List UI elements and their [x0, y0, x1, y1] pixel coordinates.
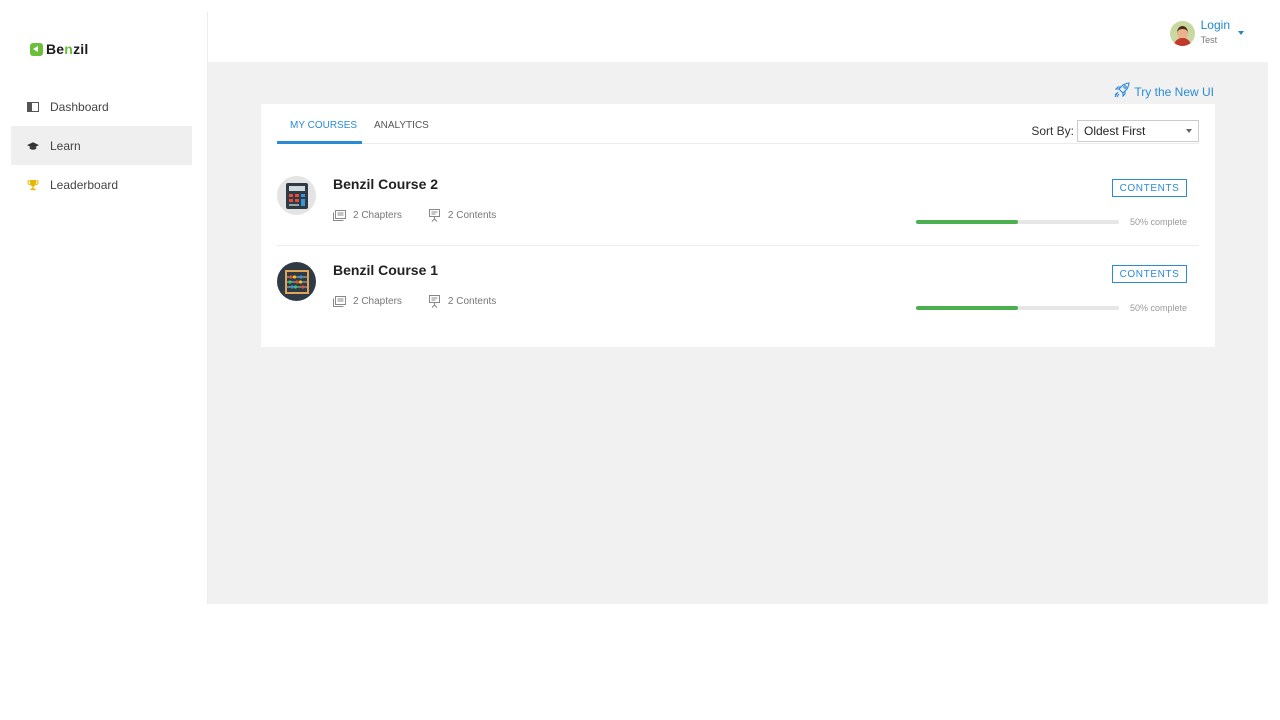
course-thumbnail[interactable]	[277, 176, 316, 215]
logo-text: Benzil	[46, 41, 89, 57]
sidebar: Benzil Dashboard Learn Leaderboard	[0, 12, 208, 604]
sort-selected-value: Oldest First	[1084, 124, 1146, 138]
chapters-icon	[333, 210, 346, 221]
presentation-board-icon	[428, 295, 440, 308]
user-subtitle: Test	[1200, 35, 1218, 45]
course-thumbnail[interactable]	[277, 262, 316, 301]
contents-count: 2 Contents	[428, 295, 496, 308]
contents-count: 2 Contents	[428, 209, 496, 222]
course-meta: 2 Chapters 2 Contents	[333, 295, 522, 308]
rocket-icon	[1114, 82, 1130, 101]
top-header: Login Test	[209, 12, 1268, 62]
progress-text: 50% complete	[1129, 217, 1187, 227]
contents-button[interactable]: CONTENTS	[1112, 179, 1187, 197]
graduation-cap-icon	[27, 140, 39, 152]
trophy-icon	[27, 179, 39, 191]
user-menu[interactable]: Login Test	[1169, 18, 1244, 48]
presentation-board-icon	[428, 209, 440, 222]
chevron-down-icon	[1186, 129, 1192, 133]
course-item: Benzil Course 1 2 Chapters 2 Contents CO…	[277, 244, 1199, 330]
chevron-down-icon[interactable]	[1238, 31, 1244, 35]
tab-analytics[interactable]: ANALYTICS	[374, 120, 429, 131]
dashboard-icon	[27, 101, 39, 113]
sidebar-item-label: Learn	[50, 138, 81, 153]
abacus-icon	[284, 269, 309, 294]
courses-card: MY COURSES ANALYTICS Sort By: Oldest Fir…	[261, 104, 1215, 347]
calculator-icon	[285, 182, 308, 209]
logo-mark-icon	[30, 42, 43, 56]
sort-label: Sort By:	[1031, 124, 1074, 138]
user-name[interactable]: Login	[1201, 18, 1230, 32]
try-new-ui-label: Try the New UI	[1134, 84, 1214, 99]
brand-logo[interactable]: Benzil	[30, 41, 88, 57]
progress-text: 50% complete	[1129, 303, 1187, 313]
tab-my-courses[interactable]: MY COURSES	[290, 120, 357, 131]
sidebar-nav: Dashboard Learn Leaderboard	[11, 87, 192, 204]
chapters-icon	[333, 296, 346, 307]
course-item: Benzil Course 2 2 Chapters 2 Contents CO…	[277, 158, 1199, 244]
progress-bar	[916, 220, 1119, 224]
sidebar-item-label: Leaderboard	[50, 177, 119, 192]
course-tabs: MY COURSES ANALYTICS Sort By: Oldest Fir…	[277, 104, 1199, 144]
sidebar-item-label: Dashboard	[50, 99, 109, 114]
user-info: Login Test	[1201, 18, 1230, 48]
sidebar-item-leaderboard[interactable]: Leaderboard	[11, 165, 192, 204]
sidebar-item-learn[interactable]: Learn	[11, 126, 192, 165]
sidebar-item-dashboard[interactable]: Dashboard	[11, 87, 192, 126]
progress-bar	[916, 306, 1119, 310]
app: Benzil Dashboard Learn Leaderboard Login…	[0, 0, 1280, 720]
contents-button[interactable]: CONTENTS	[1112, 265, 1187, 283]
try-new-ui-link[interactable]: Try the New UI	[1114, 82, 1214, 101]
chapters-count: 2 Chapters	[333, 296, 402, 307]
sort-select[interactable]: Oldest First	[1077, 120, 1199, 142]
progress-fill	[916, 220, 1018, 224]
course-title[interactable]: Benzil Course 1	[333, 262, 438, 278]
main-content: Try the New UI MY COURSES ANALYTICS Sort…	[208, 62, 1268, 604]
chapters-count: 2 Chapters	[333, 210, 402, 221]
course-title[interactable]: Benzil Course 2	[333, 176, 438, 192]
avatar[interactable]	[1169, 21, 1195, 46]
course-meta: 2 Chapters 2 Contents	[333, 209, 522, 222]
sort-control: Sort By: Oldest First	[1031, 120, 1199, 142]
active-tab-indicator	[277, 141, 362, 144]
progress-fill	[916, 306, 1018, 310]
